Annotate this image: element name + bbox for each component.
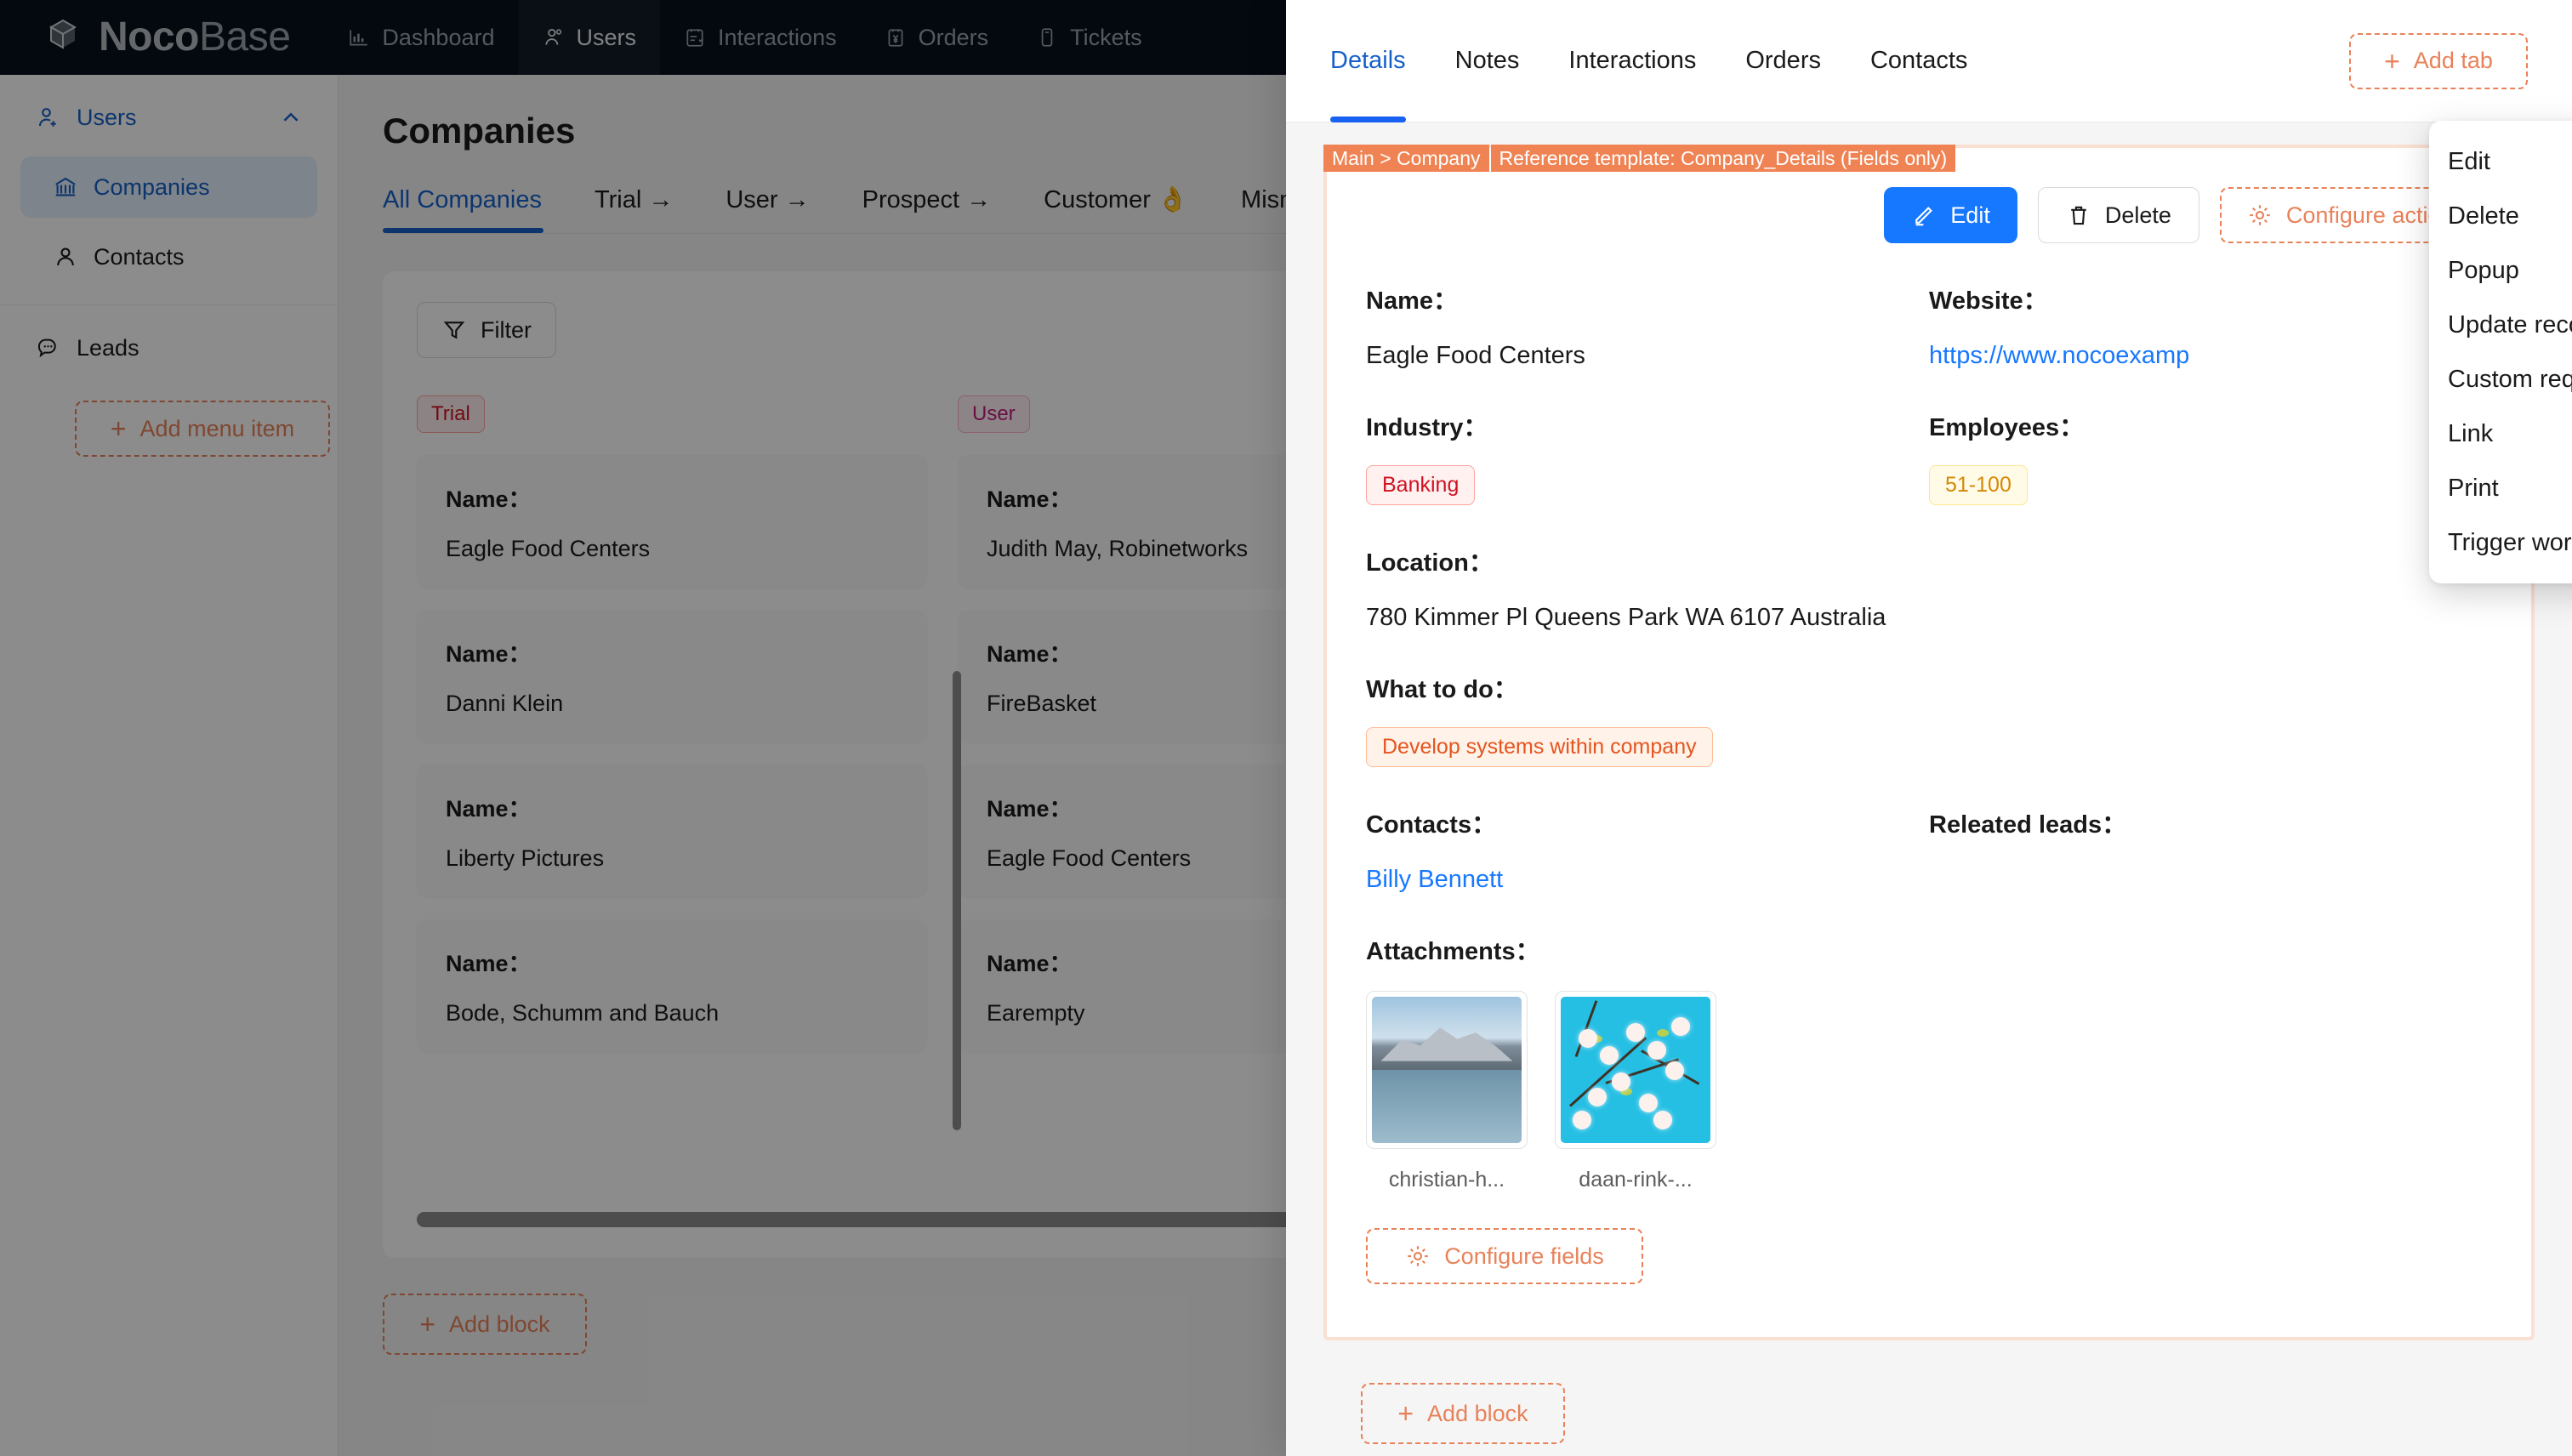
menu-item-label: Popup [2448, 257, 2519, 285]
details-block: Main > Company Reference template: Compa… [1323, 145, 2535, 1340]
edit-button[interactable]: Edit [1884, 187, 2017, 243]
drawer-tab-notes[interactable]: Notes [1455, 0, 1520, 122]
whattodo-tag: Develop systems within company [1366, 727, 1713, 767]
menu-item-update-record[interactable]: Update record [2429, 298, 2572, 352]
field-label: What to do： [1366, 669, 2492, 705]
website-link[interactable]: https://www.nocoexamp [1929, 342, 2492, 370]
drawer-body: Main > Company Reference template: Compa… [1286, 122, 2572, 1444]
drawer-tab-contacts[interactable]: Contacts [1870, 0, 1967, 122]
drawer-add-block-button[interactable]: + Add block [1361, 1383, 1565, 1444]
field-value: Eagle Food Centers [1366, 342, 1929, 370]
add-tab-button[interactable]: + Add tab [2349, 33, 2528, 89]
menu-item-label: Delete [2448, 202, 2519, 230]
drawer-tab-label: Contacts [1870, 47, 1967, 75]
delete-button[interactable]: Delete [2038, 187, 2199, 243]
menu-item-label: Link [2448, 420, 2493, 448]
gear-icon [1405, 1243, 1431, 1269]
menu-item-label: Custom request [2448, 366, 2572, 394]
field-label: Location： [1366, 543, 2492, 578]
field-website: Website： https://www.nocoexamp [1929, 281, 2492, 370]
field-row-attachments: Attachments： christian-h... [1366, 931, 2492, 1192]
menu-item-link[interactable]: Link [2429, 407, 2572, 461]
field-label: Industry： [1366, 407, 1929, 443]
field-value: 780 Kimmer Pl Queens Park WA 6107 Austra… [1366, 604, 2492, 632]
attachment-thumbnail[interactable] [1555, 991, 1716, 1149]
gear-icon [2247, 202, 2273, 228]
edit-button-label: Edit [1950, 202, 1990, 229]
drawer-tab-label: Notes [1455, 47, 1520, 75]
field-location: Location： 780 Kimmer Pl Queens Park WA 6… [1366, 543, 2492, 632]
field-row-contacts-leads: Contacts： Billy Bennett Releated leads： [1366, 805, 2492, 894]
menu-item-edit[interactable]: Edit [2429, 134, 2572, 189]
configure-fields-button[interactable]: Configure fields [1366, 1228, 1643, 1284]
drawer-tab-interactions[interactable]: Interactions [1568, 0, 1696, 122]
drawer-header: Details Notes Interactions Orders Contac… [1286, 0, 2572, 122]
field-industry: Industry： Banking [1366, 407, 1929, 505]
breadcrumb: Main > Company [1323, 145, 1489, 172]
configure-actions-dropdown: Edit Delete Popup Update record Custom r… [2429, 121, 2572, 583]
field-label: Website： [1929, 281, 2492, 316]
field-label: Employees： [1929, 407, 2492, 443]
block-designer-bar: Main > Company Reference template: Compa… [1323, 145, 2535, 172]
drawer-tabs: Details Notes Interactions Orders Contac… [1330, 0, 2017, 122]
menu-item-label: Trigger workflow [2448, 529, 2572, 557]
menu-item-label: Update record [2448, 311, 2572, 339]
field-label: Contacts： [1366, 805, 1929, 840]
field-label: Name： [1366, 281, 1929, 316]
configure-fields-label: Configure fields [1444, 1243, 1604, 1270]
menu-item-print[interactable]: Print [2429, 461, 2572, 515]
field-label: Attachments： [1366, 931, 2492, 967]
record-drawer: Details Notes Interactions Orders Contac… [1286, 0, 2572, 1456]
attachment-item[interactable]: christian-h... [1366, 991, 1528, 1192]
field-employees: Employees： 51-100 [1929, 407, 2492, 505]
trash-icon [2066, 202, 2091, 228]
menu-item-trigger-workflow[interactable]: Trigger workflow [2429, 515, 2572, 570]
block-breadcrumb-tags: Main > Company Reference template: Compa… [1323, 145, 1955, 172]
details-fields: Name： Eagle Food Centers Website： https:… [1327, 243, 2531, 1192]
overlay-dimmer[interactable] [0, 0, 1286, 1456]
field-whattodo: What to do： Develop systems within compa… [1366, 669, 2492, 767]
drawer-tab-label: Interactions [1568, 47, 1696, 75]
field-related-leads: Releated leads： [1929, 805, 2492, 894]
drawer-tab-label: Orders [1745, 47, 1821, 75]
plus-icon: + [2384, 48, 2400, 75]
menu-item-label: Edit [2448, 148, 2490, 176]
menu-item-label: Print [2448, 475, 2499, 503]
attachment-caption: christian-h... [1366, 1168, 1528, 1192]
add-block-label: Add block [1427, 1401, 1528, 1427]
reference-template-label: Reference template: Company_Details (Fie… [1491, 145, 1956, 172]
field-row-name-website: Name： Eagle Food Centers Website： https:… [1366, 281, 2492, 370]
drawer-tab-label: Details [1330, 47, 1406, 75]
field-row-location: Location： 780 Kimmer Pl Queens Park WA 6… [1366, 543, 2492, 632]
field-label: Releated leads： [1929, 805, 2492, 840]
industry-tag: Banking [1366, 465, 1475, 505]
plus-icon: + [1397, 1400, 1414, 1427]
cherry-blossom-photo [1561, 997, 1710, 1143]
drawer-tab-orders[interactable]: Orders [1745, 0, 1821, 122]
employees-tag: 51-100 [1929, 465, 2028, 505]
contact-link[interactable]: Billy Bennett [1366, 866, 1929, 894]
drawer-tab-details[interactable]: Details [1330, 0, 1406, 122]
mountain-lake-photo [1372, 997, 1522, 1143]
field-row-industry-employees: Industry： Banking Employees： 51-100 [1366, 407, 2492, 505]
menu-item-popup[interactable]: Popup [2429, 243, 2572, 298]
delete-button-label: Delete [2105, 202, 2171, 229]
add-tab-label: Add tab [2414, 48, 2493, 74]
attachment-item[interactable]: daan-rink-... [1555, 991, 1716, 1192]
menu-item-delete[interactable]: Delete [2429, 189, 2572, 243]
attachment-caption: daan-rink-... [1555, 1168, 1716, 1192]
field-contacts: Contacts： Billy Bennett [1366, 805, 1929, 894]
menu-item-custom-request[interactable]: Custom request [2429, 352, 2572, 407]
field-row-whattodo: What to do： Develop systems within compa… [1366, 669, 2492, 767]
pencil-icon [1911, 202, 1937, 228]
field-name: Name： Eagle Food Centers [1366, 281, 1929, 370]
attachment-thumbnail[interactable] [1366, 991, 1528, 1149]
attachment-thumbnails: christian-h... [1366, 991, 2492, 1192]
field-attachments: Attachments： christian-h... [1366, 931, 2492, 1192]
